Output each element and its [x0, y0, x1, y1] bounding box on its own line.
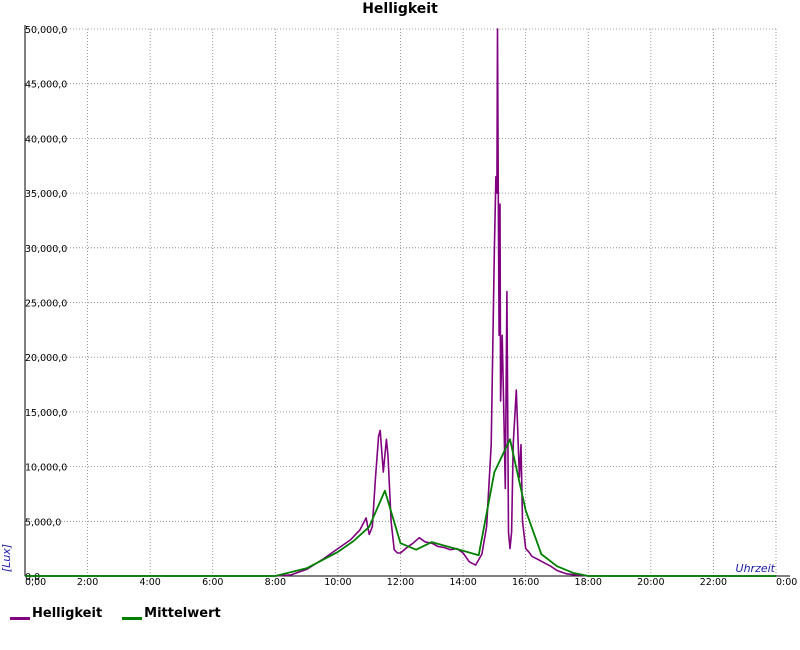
chart: Helligkeit 0,05,000,010,000,015,000,020,… — [0, 1, 797, 588]
legend-item-mittelwert: Mittelwert — [122, 606, 221, 621]
y-axis-label: [Lux] — [0, 544, 13, 572]
chart-title: Helligkeit — [362, 1, 438, 17]
y-tick-label: 15,000,0 — [25, 408, 67, 419]
series-line-mittelwert — [25, 438, 776, 577]
legend: Helligkeit Mittelwert — [10, 606, 241, 621]
x-tick-label: 2:00 — [77, 577, 98, 588]
legend-label-mittelwert: Mittelwert — [144, 606, 221, 621]
x-tick-label: 8:00 — [265, 577, 286, 588]
legend-label-helligkeit: Helligkeit — [32, 606, 103, 621]
x-tick-label: 20:00 — [637, 577, 664, 588]
x-tick-label: 14:00 — [449, 577, 476, 588]
x-tick-labels: 0,00 2:00 4:00 6:00 8:00 10:00 12:00 14:00 16:00… — [25, 577, 797, 588]
x-tick-label: 18:00 — [575, 577, 602, 588]
x-axis-label: Uhrzeit — [736, 562, 776, 575]
x-tick-label: 16:00 — [512, 577, 539, 588]
y-tick-label: 10,000,0 — [25, 463, 67, 474]
y-tick-label: 30,000,0 — [25, 244, 67, 255]
y-tick-label: 35,000,0 — [25, 189, 67, 200]
x-tick-label: 10:00 — [324, 577, 351, 588]
y-tick-label: 50,000,0 — [25, 25, 67, 36]
y-tick-label: 45,000,0 — [25, 80, 67, 91]
y-tick-label: 40,000,0 — [25, 134, 67, 145]
y-tick-label: 5,000,0 — [25, 517, 61, 528]
legend-swatch-helligkeit — [10, 617, 30, 620]
y-tick-label: 20,000,0 — [25, 353, 67, 364]
x-tick-label: 0,00 — [25, 577, 46, 588]
x-tick-label: 12:00 — [387, 577, 414, 588]
y-tick-labels: 0,05,000,010,000,015,000,020,000,025,000… — [25, 25, 67, 583]
y-tick-label: 25,000,0 — [25, 299, 67, 310]
x-tick-label: 4:00 — [139, 577, 160, 588]
legend-item-helligkeit: Helligkeit — [10, 606, 102, 621]
x-tick-label: 0:00 — [776, 577, 797, 588]
x-tick-label: 22:00 — [700, 577, 727, 588]
grid — [25, 28, 777, 576]
legend-swatch-mittelwert — [122, 617, 143, 620]
x-tick-label: 6:00 — [202, 577, 223, 588]
